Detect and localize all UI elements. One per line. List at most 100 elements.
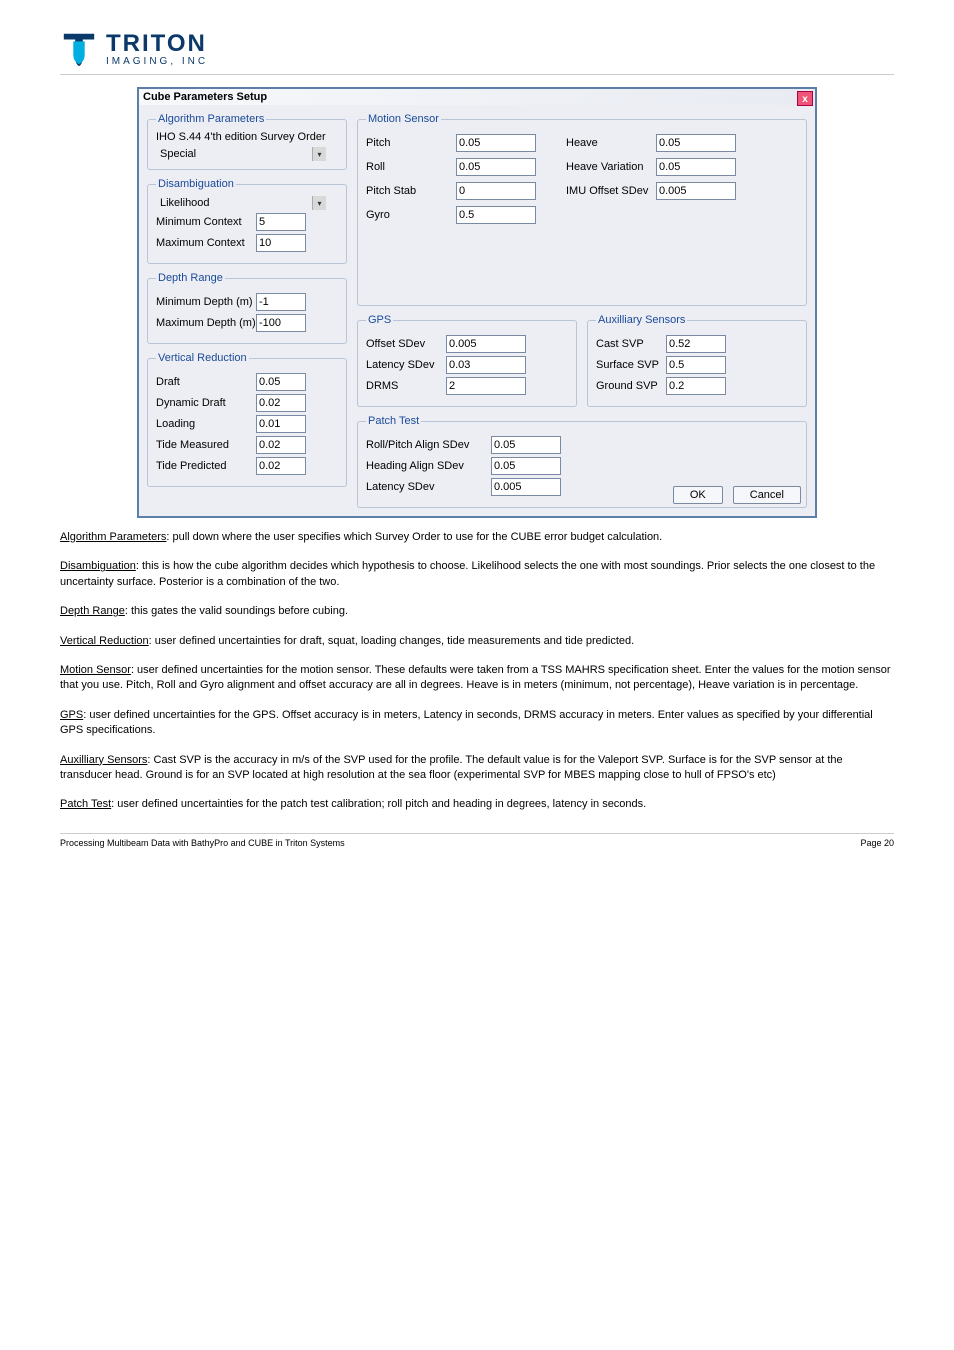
gyro-label: Gyro (366, 209, 456, 221)
desc-motion-sensor: Motion Sensor: user defined uncertaintie… (60, 663, 894, 694)
desc-vertical-reduction-term: Vertical Reduction (60, 635, 149, 647)
gyro-input[interactable] (456, 206, 536, 224)
group-algorithm-parameters: Algorithm Parameters IHO S.44 4'th editi… (147, 113, 347, 170)
heading-align-input[interactable] (491, 457, 561, 475)
legend-patch-test: Patch Test (366, 415, 421, 427)
group-depth-range: Depth Range Minimum Depth (m) Maximum De… (147, 272, 347, 344)
desc-depth-range: Depth Range: this gates the valid soundi… (60, 604, 894, 619)
heading-align-label: Heading Align SDev (366, 460, 491, 472)
surface-svp-label: Surface SVP (596, 359, 666, 371)
ok-button[interactable]: OK (673, 486, 723, 504)
legend-algorithm: Algorithm Parameters (156, 113, 266, 125)
legend-disambiguation: Disambiguation (156, 178, 236, 190)
patch-latency-input[interactable] (491, 478, 561, 496)
legend-vertical-reduction: Vertical Reduction (156, 352, 249, 364)
ground-svp-input[interactable] (666, 377, 726, 395)
pitch-stab-label: Pitch Stab (366, 185, 456, 197)
ground-svp-label: Ground SVP (596, 380, 666, 392)
min-depth-input[interactable] (256, 293, 306, 311)
dialog-titlebar: Cube Parameters Setup x (139, 89, 815, 105)
pitch-input[interactable] (456, 134, 536, 152)
iho-caption: IHO S.44 4'th edition Survey Order (156, 131, 338, 143)
close-button[interactable]: x (797, 91, 813, 106)
gps-offset-input[interactable] (446, 335, 526, 353)
legend-depth-range: Depth Range (156, 272, 225, 284)
iho-select-value: Special (160, 148, 196, 160)
min-depth-label: Minimum Depth (m) (156, 296, 256, 308)
desc-disambiguation: Disambiguation: this is how the cube alg… (60, 559, 894, 590)
heave-var-label: Heave Variation (566, 161, 656, 173)
chevron-down-icon: ▾ (312, 196, 326, 210)
desc-gps: GPS: user defined uncertainties for the … (60, 708, 894, 739)
group-aux-sensors: Auxilliary Sensors Cast SVP Surface SVP … (587, 314, 807, 407)
desc-vertical-reduction: Vertical Reduction: user defined uncerta… (60, 634, 894, 649)
dynamic-draft-label: Dynamic Draft (156, 397, 256, 409)
desc-disambiguation-term: Disambiguation (60, 560, 136, 572)
desc-algorithm-text: : pull down where the user specifies whi… (166, 531, 662, 543)
tide-measured-label: Tide Measured (156, 439, 256, 451)
imu-offset-input[interactable] (656, 182, 736, 200)
min-context-input[interactable] (256, 213, 306, 231)
tide-measured-input[interactable] (256, 436, 306, 454)
logo-text-line2: IMAGING, INC (106, 56, 208, 67)
desc-aux-sensors-text: : Cast SVP is the accuracy in m/s of the… (60, 754, 843, 781)
draft-label: Draft (156, 376, 256, 388)
pitch-label: Pitch (366, 137, 456, 149)
heave-input[interactable] (656, 134, 736, 152)
roll-pitch-align-input[interactable] (491, 436, 561, 454)
loading-input[interactable] (256, 415, 306, 433)
gps-latency-input[interactable] (446, 356, 526, 374)
desc-patch-test: Patch Test: user defined uncertainties f… (60, 797, 894, 812)
tide-predicted-input[interactable] (256, 457, 306, 475)
desc-gps-text: : user defined uncertainties for the GPS… (60, 709, 873, 736)
max-context-label: Maximum Context (156, 237, 256, 249)
max-depth-input[interactable] (256, 314, 306, 332)
chevron-down-icon: ▾ (312, 147, 326, 161)
group-vertical-reduction: Vertical Reduction Draft Dynamic Draft L… (147, 352, 347, 487)
dialog-title: Cube Parameters Setup (143, 91, 267, 103)
legend-aux-sensors: Auxilliary Sensors (596, 314, 687, 326)
legend-motion-sensor: Motion Sensor (366, 113, 441, 125)
dynamic-draft-input[interactable] (256, 394, 306, 412)
footer-divider (60, 833, 894, 834)
cast-svp-input[interactable] (666, 335, 726, 353)
cast-svp-label: Cast SVP (596, 338, 666, 350)
desc-algorithm-term: Algorithm Parameters (60, 531, 166, 543)
gps-drms-input[interactable] (446, 377, 526, 395)
pitch-stab-input[interactable] (456, 182, 536, 200)
gps-latency-label: Latency SDev (366, 359, 446, 371)
desc-patch-test-text: : user defined uncertainties for the pat… (111, 798, 646, 810)
imu-offset-label: IMU Offset SDev (566, 185, 656, 197)
disambiguation-select[interactable]: Likelihood ▾ (156, 196, 326, 210)
desc-depth-range-text: : this gates the valid soundings before … (125, 605, 348, 617)
min-context-label: Minimum Context (156, 216, 256, 228)
desc-aux-sensors: Auxilliary Sensors: Cast SVP is the accu… (60, 753, 894, 784)
desc-motion-sensor-text: : user defined uncertainties for the mot… (60, 664, 891, 691)
group-motion-sensor: Motion Sensor Pitch Roll Pitch Stab Gyro… (357, 113, 807, 306)
legend-gps: GPS (366, 314, 393, 326)
cancel-button[interactable]: Cancel (733, 486, 801, 504)
desc-motion-sensor-term: Motion Sensor (60, 664, 131, 676)
group-disambiguation: Disambiguation Likelihood ▾ Minimum Cont… (147, 178, 347, 264)
tide-predicted-label: Tide Predicted (156, 460, 256, 472)
roll-input[interactable] (456, 158, 536, 176)
max-depth-label: Maximum Depth (m) (156, 317, 256, 329)
footer-left: Processing Multibeam Data with BathyPro … (60, 838, 345, 848)
desc-disambiguation-text: : this is how the cube algorithm decides… (60, 560, 875, 587)
heave-var-input[interactable] (656, 158, 736, 176)
group-gps: GPS Offset SDev Latency SDev DRMS (357, 314, 577, 407)
draft-input[interactable] (256, 373, 306, 391)
roll-pitch-align-label: Roll/Pitch Align SDev (366, 439, 491, 451)
gps-drms-label: DRMS (366, 380, 446, 392)
disambiguation-select-value: Likelihood (160, 197, 210, 209)
max-context-input[interactable] (256, 234, 306, 252)
desc-depth-range-term: Depth Range (60, 605, 125, 617)
surface-svp-input[interactable] (666, 356, 726, 374)
heave-label: Heave (566, 137, 656, 149)
desc-algorithm: Algorithm Parameters: pull down where th… (60, 530, 894, 545)
gps-offset-label: Offset SDev (366, 338, 446, 350)
patch-latency-label: Latency SDev (366, 481, 491, 493)
logo-shield-icon (60, 30, 98, 68)
iho-select[interactable]: Special ▾ (156, 147, 326, 161)
desc-vertical-reduction-text: : user defined uncertainties for draft, … (149, 635, 635, 647)
